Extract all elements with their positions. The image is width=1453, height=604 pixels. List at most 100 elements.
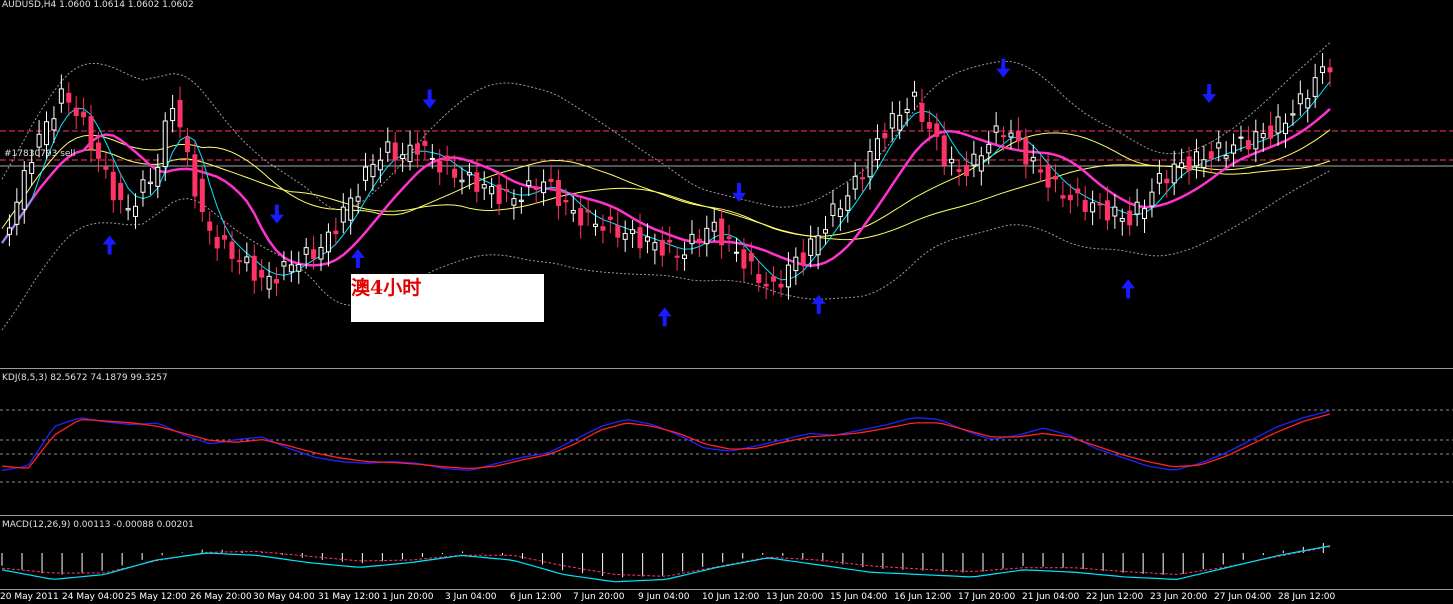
time-axis-label: 7 Jun 20:00 bbox=[573, 592, 625, 602]
candle-body bbox=[1223, 155, 1229, 159]
candle-body bbox=[1282, 122, 1288, 135]
candle-body bbox=[1038, 169, 1044, 173]
annotation-text: 澳4小时 bbox=[351, 277, 422, 299]
candle-body bbox=[348, 197, 354, 221]
candle-body bbox=[429, 157, 435, 160]
candle-body bbox=[1015, 130, 1021, 142]
candle-body bbox=[281, 261, 287, 267]
candle-body bbox=[21, 170, 27, 210]
candle-body bbox=[1312, 77, 1318, 97]
symbol-header: AUDUSD,H4 1.0600 1.0614 1.0602 1.0602 bbox=[2, 0, 194, 10]
candle-body bbox=[912, 91, 918, 97]
candle-body bbox=[600, 226, 606, 231]
candle-body bbox=[659, 239, 665, 256]
buy-arrow-icon bbox=[102, 235, 117, 255]
candle-body bbox=[414, 143, 420, 155]
candle-body bbox=[1238, 136, 1244, 139]
candle-body bbox=[800, 252, 806, 265]
candle-body bbox=[81, 111, 87, 118]
candle-body bbox=[155, 166, 161, 187]
candle-body bbox=[222, 235, 228, 240]
candle-body bbox=[1008, 132, 1014, 138]
candle-body bbox=[882, 132, 888, 139]
candle-body bbox=[1127, 210, 1133, 226]
candle-body bbox=[771, 276, 777, 282]
candle-body bbox=[741, 249, 747, 269]
candle-body bbox=[1104, 200, 1110, 221]
candle-body bbox=[274, 279, 280, 284]
candle-body bbox=[563, 200, 569, 203]
candle-body bbox=[926, 122, 932, 129]
sell-arrow-icon bbox=[1202, 84, 1217, 104]
candle-body bbox=[548, 178, 554, 182]
candle-body bbox=[236, 260, 242, 263]
candle-body bbox=[793, 256, 799, 272]
candle-body bbox=[1231, 144, 1237, 154]
candle-body bbox=[696, 238, 702, 244]
candle-body bbox=[170, 108, 176, 122]
candle-body bbox=[593, 223, 599, 227]
time-axis-label: 22 Jun 12:00 bbox=[1086, 592, 1144, 602]
pane-separator bbox=[0, 515, 1453, 516]
candle-body bbox=[325, 231, 331, 253]
time-axis-label: 1 Jun 20:00 bbox=[382, 592, 434, 602]
candle-body bbox=[251, 255, 257, 281]
time-axis-label: 28 Jun 12:00 bbox=[1278, 592, 1336, 602]
candle-body bbox=[993, 125, 999, 133]
candle-body bbox=[808, 238, 814, 256]
macd-indicator-pane[interactable]: MACD(12,26,9) 0.00113 -0.00088 0.00201 bbox=[0, 517, 1453, 589]
candle-body bbox=[637, 227, 643, 249]
kdj-chart-svg bbox=[0, 409, 1453, 483]
candle-body bbox=[674, 255, 680, 258]
kdj-indicator-pane[interactable]: KDJ(8,5,3) 82.5672 74.1879 99.3257 bbox=[0, 370, 1453, 513]
price-chart-pane[interactable]: AUDUSD,H4 1.0600 1.0614 1.0602 1.0602 #1… bbox=[0, 0, 1453, 367]
candle-body bbox=[1201, 159, 1207, 168]
candle-body bbox=[44, 121, 50, 146]
candle-body bbox=[682, 254, 688, 259]
candle-body bbox=[1119, 218, 1125, 222]
time-axis-label: 21 Jun 04:00 bbox=[1022, 592, 1080, 602]
time-axis-label: 3 Jun 04:00 bbox=[445, 592, 497, 602]
candle-body bbox=[1067, 194, 1073, 201]
candle-body bbox=[607, 216, 613, 220]
candle-body bbox=[1112, 206, 1118, 217]
time-axis-label: 17 Jun 20:00 bbox=[958, 592, 1016, 602]
candle-body bbox=[66, 92, 72, 103]
candle-body bbox=[1171, 163, 1177, 184]
candle-body bbox=[622, 233, 628, 240]
candle-body bbox=[763, 283, 769, 287]
candle-body bbox=[986, 143, 992, 154]
candle-body bbox=[785, 264, 791, 288]
candle-body bbox=[496, 184, 502, 204]
candle-body bbox=[385, 141, 391, 153]
candle-body bbox=[860, 177, 866, 180]
time-axis-label: 23 Jun 20:00 bbox=[1150, 592, 1208, 602]
candle-body bbox=[73, 107, 79, 116]
candle-body bbox=[466, 172, 472, 176]
candle-body bbox=[845, 195, 851, 211]
candle-body bbox=[392, 142, 398, 161]
buy-arrow-icon bbox=[350, 249, 365, 269]
candle-body bbox=[355, 196, 361, 202]
candle-body bbox=[874, 138, 880, 161]
candle-body bbox=[459, 179, 465, 183]
candle-body bbox=[214, 236, 220, 249]
time-axis-label: 27 Jun 04:00 bbox=[1214, 592, 1272, 602]
candle-body bbox=[971, 153, 977, 166]
candle-body bbox=[830, 203, 836, 217]
candle-body bbox=[1186, 156, 1192, 171]
candle-body bbox=[719, 218, 725, 246]
candle-body bbox=[518, 199, 524, 202]
candle-body bbox=[615, 225, 621, 238]
candle-body bbox=[370, 163, 376, 178]
time-axis-label: 31 May 12:00 bbox=[318, 592, 380, 602]
candle-body bbox=[192, 154, 198, 197]
candle-body bbox=[978, 155, 984, 172]
candle-body bbox=[1060, 195, 1066, 199]
candle-body bbox=[133, 205, 139, 217]
candle-body bbox=[422, 140, 428, 146]
candle-body bbox=[533, 187, 539, 190]
candle-body bbox=[199, 178, 205, 213]
candle-body bbox=[949, 158, 955, 164]
candle-body bbox=[667, 239, 673, 243]
